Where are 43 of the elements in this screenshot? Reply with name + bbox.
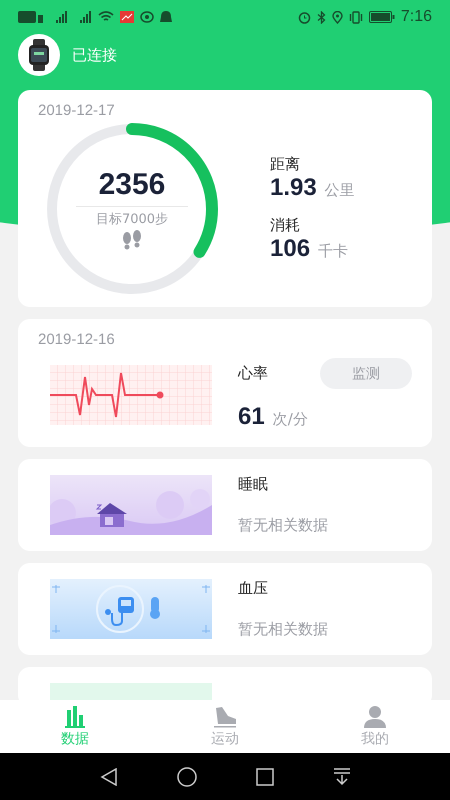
sneaker-icon [212, 706, 238, 728]
stat-label: 距离 [270, 155, 301, 174]
card-date: 2019-12-17 [38, 102, 116, 119]
stat-value: 106 [270, 235, 310, 263]
clock-time: 7:16 [400, 8, 432, 26]
no-data-note: 暂无相关数据 [238, 516, 329, 535]
heart-rate-unit: 次/分 [272, 410, 308, 429]
recents-icon [256, 768, 274, 786]
sleep-card[interactable]: 睡眠 暂无相关数据 [18, 459, 432, 551]
bar-chart-icon [64, 706, 86, 728]
blood-pressure-card[interactable]: 血压 暂无相关数据 [18, 563, 432, 655]
battery-icon [368, 11, 395, 23]
home-button[interactable] [176, 766, 196, 786]
connection-status: 已连接 [72, 46, 117, 64]
home-icon [176, 766, 196, 786]
back-button[interactable] [100, 768, 118, 786]
footprints-icon [120, 230, 144, 250]
stat-label: 消耗 [270, 216, 301, 235]
location-icon [332, 10, 343, 24]
steps-card[interactable]: 2019-12-17 2356 目标7000步 距离 1.93 公里 消耗 106 千卡 [18, 90, 432, 307]
person-icon [364, 706, 386, 728]
card-title: 睡眠 [238, 475, 269, 494]
smartwatch-icon [28, 39, 50, 71]
card-title: 心率 [238, 364, 268, 383]
stat-unit: 千卡 [318, 242, 348, 261]
wifi-icon [98, 11, 114, 23]
app-notification-icon [120, 11, 134, 23]
step-count: 2356 [76, 168, 188, 207]
card-date: 2019-12-16 [38, 331, 116, 348]
vibrate-icon [348, 10, 363, 24]
no-data-note: 暂无相关数据 [238, 620, 329, 639]
pull-down-icon [332, 768, 350, 786]
notification-pulldown-button[interactable] [332, 768, 350, 786]
recents-button[interactable] [256, 768, 274, 786]
bluetooth-icon [316, 10, 326, 24]
step-goal: 目标7000步 [96, 211, 168, 228]
card-title: 血压 [238, 579, 269, 598]
back-icon [100, 768, 118, 786]
stat-unit: 公里 [324, 181, 355, 200]
heart-rate-value: 61 [238, 403, 265, 431]
eye-icon [140, 11, 154, 23]
alarm-icon [298, 10, 311, 24]
stat-value: 1.93 [270, 174, 317, 202]
